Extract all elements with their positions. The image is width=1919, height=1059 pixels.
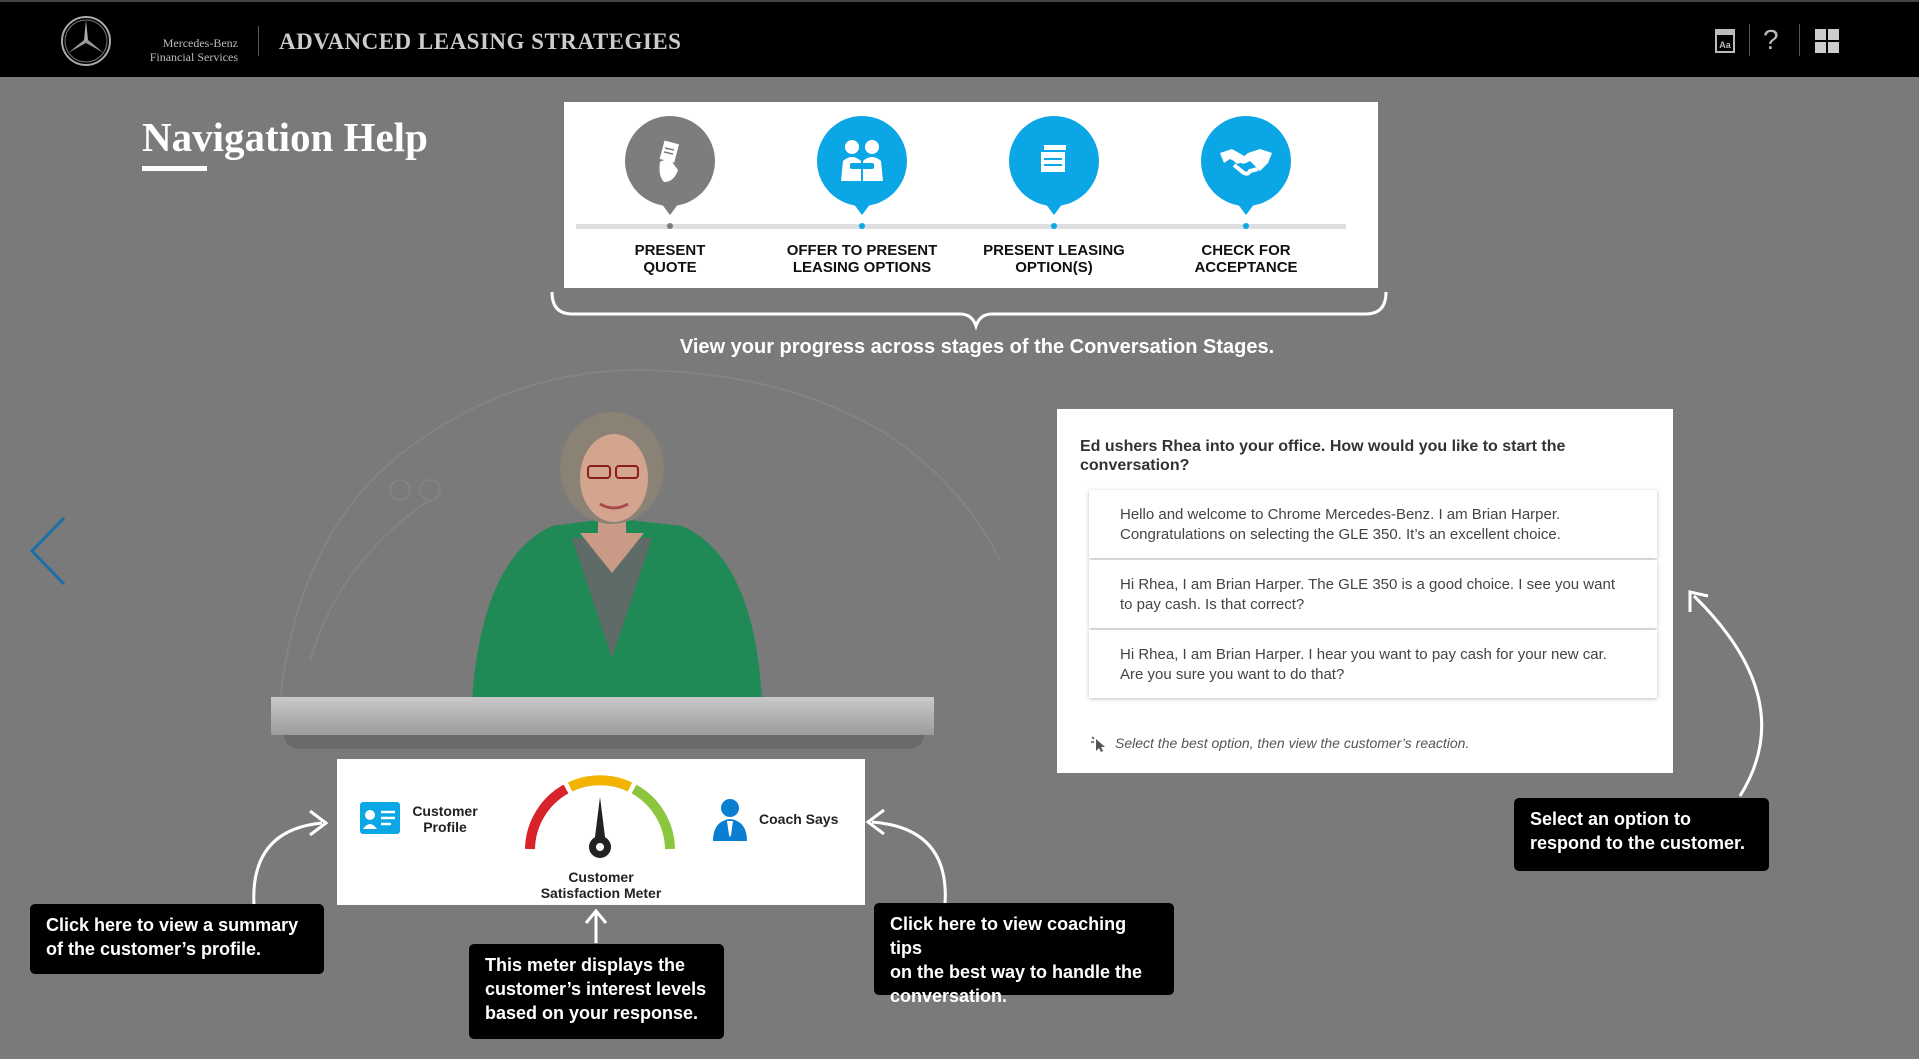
desk-shadow (284, 735, 924, 749)
customer-profile-icon[interactable] (359, 801, 401, 835)
options-tooltip: Select an option to respond to the custo… (1514, 798, 1769, 871)
response-option[interactable]: Hi Rhea, I am Brian Harper. The GLE 350 … (1089, 560, 1657, 628)
desk (271, 697, 934, 735)
cursor-click-icon (1091, 736, 1105, 752)
response-option[interactable]: Hello and welcome to Chrome Mercedes-Ben… (1089, 490, 1657, 558)
coach-tooltip: Click here to view coaching tips on the … (874, 903, 1174, 1006)
stages-brace (550, 291, 1388, 331)
customer-profile-label[interactable]: Customer Profile (407, 803, 483, 835)
dialog-question: Ed ushers Rhea into your office. How wou… (1080, 438, 1566, 474)
response-option[interactable]: Hi Rhea, I am Brian Harper. I hear you w… (1089, 630, 1657, 698)
dialog-hint: Select the best option, then view the cu… (1115, 735, 1470, 751)
customer-avatar (472, 412, 762, 700)
previous-arrow-icon[interactable] (28, 516, 68, 586)
dialog-panel: Ed ushers Rhea into your office. How wou… (1057, 409, 1673, 773)
profile-tooltip: Click here to view a summary of the cust… (30, 904, 324, 974)
coach-says-label[interactable]: Coach Says (759, 811, 855, 827)
hud-panel: Customer Profile Customer Satisfaction M… (337, 759, 865, 905)
meter-tooltip: This meter displays the customer’s inter… (469, 944, 724, 1039)
options-arrow (1692, 594, 1764, 797)
satisfaction-meter-label: Customer Satisfaction Meter (540, 869, 662, 901)
coach-says-icon[interactable] (711, 797, 749, 841)
satisfaction-meter-gauge (525, 775, 675, 858)
stages-caption: View your progress across stages of the … (679, 336, 1275, 358)
